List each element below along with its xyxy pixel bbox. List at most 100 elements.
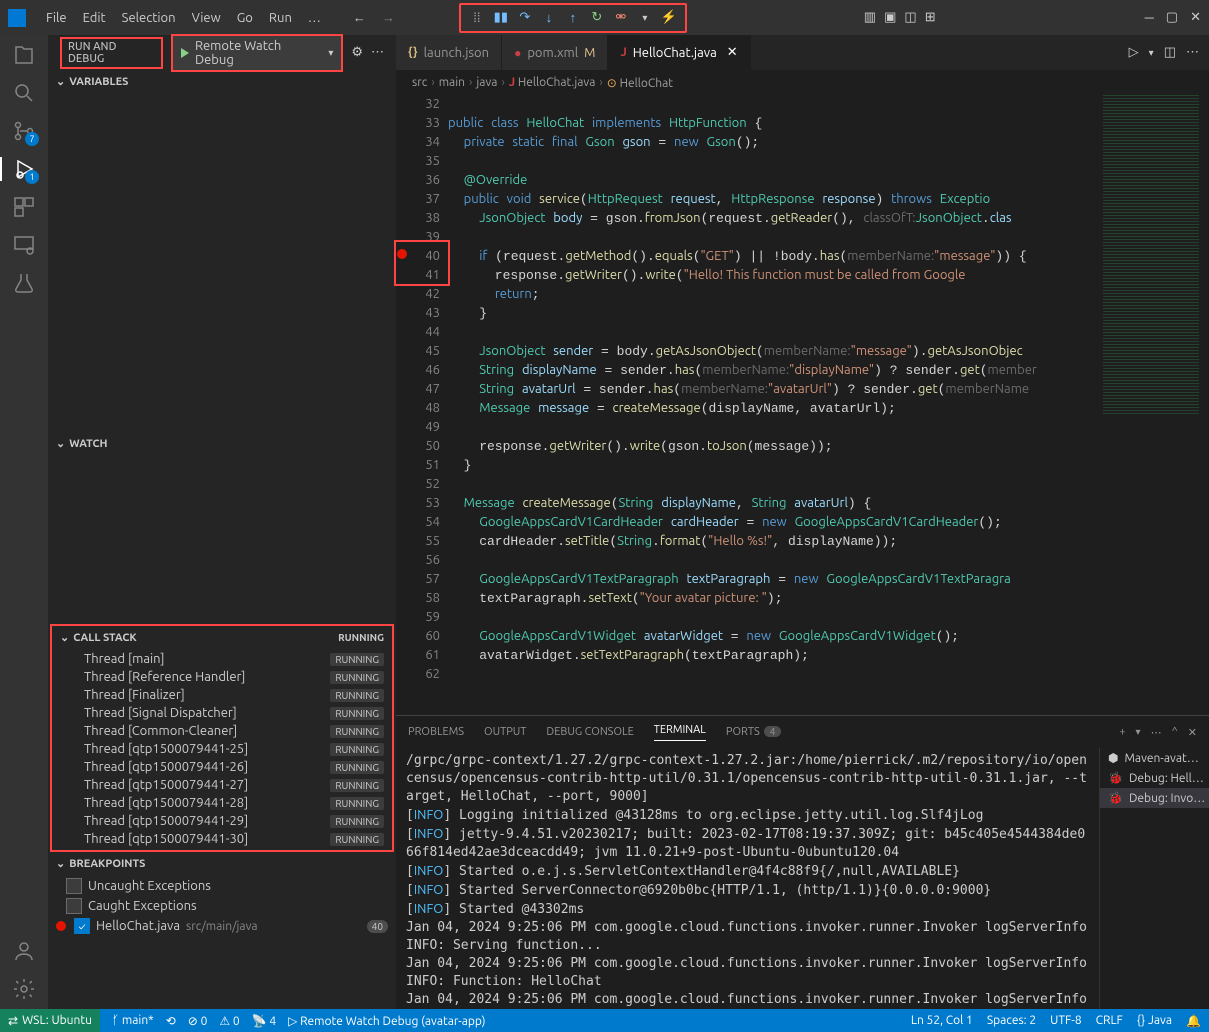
editor-tab[interactable]: ●pom.xmlM	[502, 35, 608, 70]
checkbox-icon[interactable]	[66, 878, 82, 894]
thread-row[interactable]: Thread [Signal Dispatcher]RUNNING	[52, 704, 392, 722]
checkbox-icon[interactable]	[66, 898, 82, 914]
tab-output[interactable]: OUTPUT	[484, 726, 526, 738]
breadcrumb-item[interactable]: ⊙ HelloChat	[607, 76, 673, 90]
tab-terminal[interactable]: TERMINAL	[654, 724, 706, 741]
menu-run[interactable]: Run	[261, 7, 300, 29]
breadcrumb-item[interactable]: src	[412, 76, 427, 89]
menu-selection[interactable]: Selection	[114, 7, 184, 29]
bp-file[interactable]: ✓HelloChat.javasrc/main/java40	[48, 916, 396, 936]
sidebar-toggle-icon[interactable]: ◫	[904, 10, 916, 25]
gear-icon[interactable]: ⚙	[351, 45, 363, 60]
checkbox-icon[interactable]: ✓	[74, 918, 90, 934]
sync-icon[interactable]: ⟲	[166, 1014, 176, 1028]
ports-count[interactable]: 📡 4	[252, 1014, 276, 1028]
notifications-icon[interactable]: 🔔	[1186, 1014, 1201, 1028]
close-icon[interactable]: ✕	[1190, 10, 1201, 25]
indent-status[interactable]: Spaces: 2	[987, 1014, 1036, 1028]
testing-icon[interactable]	[12, 271, 36, 295]
thread-row[interactable]: Thread [qtp1500079441-27]RUNNING	[52, 776, 392, 794]
restart-icon[interactable]: ↻	[587, 8, 607, 28]
eol-status[interactable]: CRLF	[1096, 1014, 1123, 1028]
layout-icon[interactable]: ▥	[864, 10, 876, 25]
run-icon[interactable]: ▷	[1129, 45, 1139, 60]
search-icon[interactable]	[12, 81, 36, 105]
explorer-icon[interactable]	[12, 43, 36, 67]
terminal-instance[interactable]: 🐞Debug: Hell…	[1100, 768, 1209, 788]
remote-explorer-icon[interactable]	[12, 233, 36, 257]
maximize-icon[interactable]: ▢	[1166, 10, 1178, 25]
disconnect-icon[interactable]: ⚮	[611, 8, 631, 28]
hot-replace-icon[interactable]: ⚡	[659, 8, 679, 28]
launch-config-dropdown[interactable]: Remote Watch Debug ▾	[171, 34, 343, 72]
panel-toggle-icon[interactable]: ▣	[884, 10, 896, 25]
minimize-icon[interactable]: ─	[1145, 10, 1154, 25]
bp-caught-exceptions[interactable]: Caught Exceptions	[48, 896, 396, 916]
thread-row[interactable]: Thread [Reference Handler]RUNNING	[52, 668, 392, 686]
remote-indicator[interactable]: ⇄WSL: Ubuntu	[0, 1009, 100, 1032]
encoding-status[interactable]: UTF-8	[1050, 1014, 1081, 1028]
line-gutter[interactable]: 32 33 34 35 36 37 38 39 40 41 42 43 44 4…	[396, 95, 448, 715]
errors-count[interactable]: ⊘ 0	[188, 1014, 208, 1028]
breakpoints-header[interactable]: ⌄BREAKPOINTS	[48, 853, 396, 874]
new-terminal-icon[interactable]: +	[1119, 726, 1125, 739]
terminal-instance[interactable]: ⬢Maven-avat…	[1100, 748, 1209, 768]
terminal-output[interactable]: /grpc/grpc-context/1.27.2/grpc-context-1…	[396, 748, 1099, 1009]
step-over-icon[interactable]: ↷	[515, 8, 535, 28]
accounts-icon[interactable]	[12, 939, 36, 963]
customize-layout-icon[interactable]: ⊞	[925, 10, 936, 25]
git-branch[interactable]: ᚶ main*	[112, 1014, 154, 1027]
breadcrumb-item[interactable]: main	[439, 76, 465, 89]
more-icon[interactable]: ⋯	[1151, 726, 1162, 739]
call-stack-header[interactable]: ⌄CALL STACKRunning	[52, 627, 392, 648]
menu-file[interactable]: File	[38, 7, 75, 29]
menu-edit[interactable]: Edit	[75, 7, 114, 29]
source-control-icon[interactable]: 7	[12, 119, 36, 143]
chevron-down-icon[interactable]: ▾	[1149, 47, 1154, 59]
split-editor-icon[interactable]: ◫	[1164, 45, 1176, 60]
watch-header[interactable]: ⌄WATCH	[48, 433, 396, 454]
thread-row[interactable]: Thread [qtp1500079441-25]RUNNING	[52, 740, 392, 758]
close-panel-icon[interactable]: ✕	[1188, 726, 1197, 739]
variables-header[interactable]: ⌄VARIABLES	[48, 71, 396, 92]
menu-…[interactable]: …	[300, 7, 329, 29]
bp-uncaught-exceptions[interactable]: Uncaught Exceptions	[48, 876, 396, 896]
drag-handle-icon[interactable]: ⁞⁞	[467, 8, 487, 28]
breadcrumb-item[interactable]: java	[476, 76, 497, 89]
step-out-icon[interactable]: ↑	[563, 8, 583, 28]
editor-tab[interactable]: {}launch.json	[396, 35, 502, 70]
chevron-down-icon[interactable]: ▾	[635, 8, 655, 28]
editor-tab[interactable]: JHelloChat.java✕	[608, 35, 750, 70]
thread-row[interactable]: Thread [qtp1500079441-29]RUNNING	[52, 812, 392, 830]
cursor-position[interactable]: Ln 52, Col 1	[911, 1014, 973, 1028]
warnings-count[interactable]: ⚠ 0	[219, 1014, 239, 1028]
chevron-down-icon[interactable]: ▾	[1136, 726, 1141, 739]
minimap[interactable]	[1103, 95, 1199, 415]
thread-row[interactable]: Thread [main]RUNNING	[52, 650, 392, 668]
extensions-icon[interactable]	[12, 195, 36, 219]
tab-problems[interactable]: PROBLEMS	[408, 726, 464, 738]
more-icon[interactable]: ⋯	[1186, 45, 1199, 60]
settings-gear-icon[interactable]	[12, 977, 36, 1001]
breadcrumb[interactable]: src›main›java›J HelloChat.java›⊙ HelloCh…	[396, 70, 1209, 95]
thread-row[interactable]: Thread [qtp1500079441-28]RUNNING	[52, 794, 392, 812]
menu-view[interactable]: View	[184, 7, 229, 29]
terminal-instance[interactable]: 🐞Debug: Invo…	[1100, 788, 1209, 808]
breakpoint-glyph-icon[interactable]	[397, 249, 407, 259]
tab-debug-console[interactable]: DEBUG CONSOLE	[546, 726, 633, 738]
nav-forward-icon[interactable]: →	[382, 10, 395, 25]
nav-back-icon[interactable]: ←	[353, 10, 366, 25]
thread-row[interactable]: Thread [Common-Cleaner]RUNNING	[52, 722, 392, 740]
menu-go[interactable]: Go	[229, 7, 261, 29]
more-icon[interactable]: ⋯	[371, 45, 384, 60]
tab-ports[interactable]: PORTS4	[726, 726, 782, 738]
run-debug-icon[interactable]: 1	[12, 157, 36, 181]
step-into-icon[interactable]: ↓	[539, 8, 559, 28]
thread-row[interactable]: Thread [Finalizer]RUNNING	[52, 686, 392, 704]
pause-icon[interactable]: ▮▮	[491, 8, 511, 28]
breadcrumb-item[interactable]: J HelloChat.java	[509, 76, 596, 89]
code-content[interactable]: public class HelloChat implements HttpFu…	[448, 95, 1037, 715]
maximize-panel-icon[interactable]: ^	[1172, 726, 1178, 739]
thread-row[interactable]: Thread [qtp1500079441-26]RUNNING	[52, 758, 392, 776]
debug-status[interactable]: ▷ Remote Watch Debug (avatar-app)	[288, 1014, 485, 1028]
